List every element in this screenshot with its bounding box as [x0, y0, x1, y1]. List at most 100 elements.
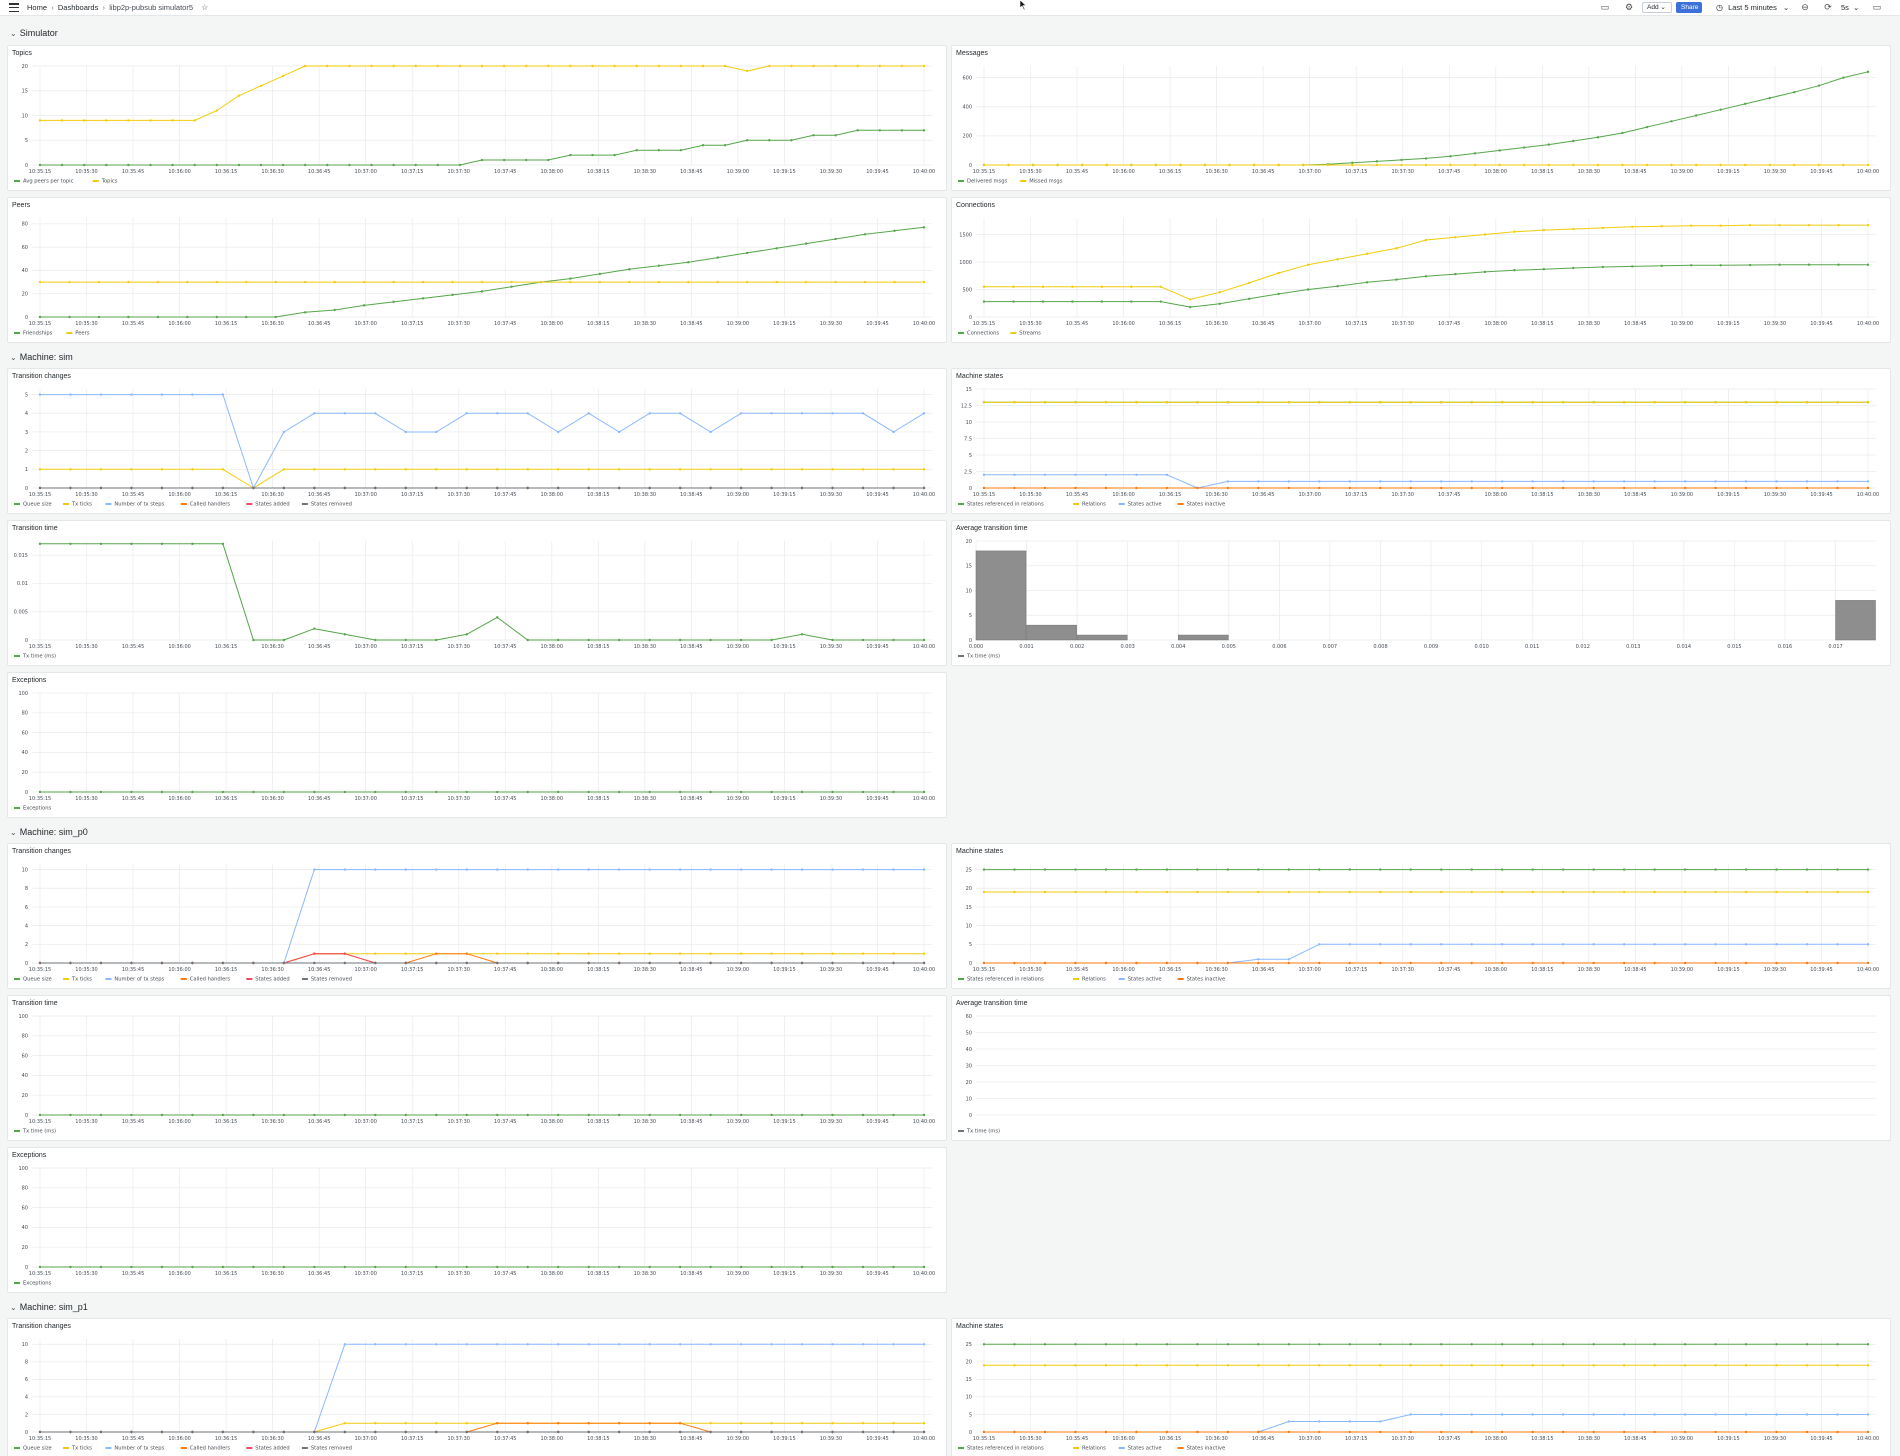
- panel-sim-transition-changes[interactable]: Transition changes 0 1 2 3 4 5 10:35:15 10:35:3…: [7, 368, 947, 514]
- data-point: [1379, 1343, 1382, 1346]
- data-point: [1694, 163, 1698, 167]
- data-point: [678, 1422, 682, 1425]
- panel-topics[interactable]: Topics 0 5 10 15 20 10:35:15 10:35:30 10:35:45 1…: [7, 45, 947, 191]
- x-tick-label: 10:38:15: [1531, 492, 1553, 498]
- panel-sim-exceptions[interactable]: Exceptions 0 20 40 60 80 100 10:35:15 10:35:30 1…: [7, 672, 947, 818]
- section-simulator[interactable]: ⌄ Simulator: [10, 27, 58, 40]
- time-range-picker[interactable]: ◷ Last 5 minutes ⌄: [1716, 2, 1789, 13]
- panel-sim-machine-states[interactable]: Machine states 0 2.5 5 7.5 10 12.5 15 10:35:15 1…: [951, 368, 1891, 514]
- data-point: [1165, 961, 1169, 965]
- section-machine-sim-p0[interactable]: ⌄ Machine: sim_p0: [10, 826, 88, 839]
- x-tick-label: 10:37:45: [1438, 967, 1460, 973]
- legend-label: Tx ticks: [71, 977, 92, 983]
- data-point: [1653, 1364, 1656, 1367]
- legend-label: States removed: [311, 502, 352, 508]
- section-machine-sim[interactable]: ⌄ Machine: sim: [10, 351, 73, 364]
- data-point: [160, 486, 164, 490]
- panel-messages[interactable]: Messages 0 200 400 600 10:35:15 10:35:30 10:35…: [951, 45, 1891, 191]
- zoom-out-icon[interactable]: ⊖: [1799, 2, 1811, 13]
- data-point: [1440, 1364, 1443, 1367]
- panel-sim-transition-time[interactable]: Transition time 0 0.005 0.01 0.015 10:35:15 1…: [7, 520, 947, 666]
- panel-p1-machine-states[interactable]: Machine states 0 5 10 15 20 25 10:35:15 10:35:3…: [951, 1318, 1891, 1456]
- data-point: [1523, 163, 1526, 167]
- data-point: [465, 868, 468, 871]
- data-point: [648, 1265, 651, 1269]
- share-button[interactable]: Share: [1676, 2, 1702, 13]
- x-tick-label: 10:39:45: [866, 644, 888, 650]
- data-point: [1714, 943, 1717, 946]
- data-point: [1454, 236, 1457, 239]
- data-point: [922, 64, 926, 68]
- data-point: [97, 315, 101, 319]
- panel-p0-exceptions[interactable]: Exceptions 0 20 40 60 80 100 10:35:15 10:35:30 1…: [7, 1147, 947, 1293]
- data-point: [587, 1265, 590, 1269]
- data-point: [245, 315, 248, 319]
- panel-p0-machine-states[interactable]: Machine states 0 5 10 15 20 25 10:35:15 10:35:3…: [951, 843, 1891, 989]
- gear-icon[interactable]: ⚙: [1623, 2, 1635, 13]
- data-point: [739, 412, 743, 415]
- legend-label: States added: [255, 1446, 289, 1452]
- y-tick-label: 15: [966, 387, 972, 393]
- data-point: [370, 64, 373, 68]
- section-machine-sim-p1[interactable]: ⌄ Machine: sim_p1: [10, 1301, 88, 1314]
- data-point: [38, 790, 42, 794]
- data-point: [1041, 285, 1045, 288]
- data-point: [221, 468, 225, 471]
- add-button[interactable]: Add ⌄: [1642, 2, 1672, 13]
- data-point: [770, 486, 773, 490]
- data-point: [657, 264, 660, 267]
- data-point: [1379, 961, 1382, 965]
- x-tick-label: 10:38:30: [1578, 492, 1600, 498]
- data-point: [1379, 486, 1382, 490]
- data-point: [1501, 1413, 1504, 1416]
- data-point: [557, 790, 560, 794]
- refresh-interval-picker[interactable]: 5s ⌄: [1841, 2, 1859, 13]
- data-point: [160, 542, 164, 546]
- x-tick-label: 10:36:15: [215, 644, 237, 650]
- data-point: [1470, 480, 1473, 483]
- legend-label: Relations: [1082, 502, 1106, 508]
- y-tick-label: 60: [22, 1205, 28, 1211]
- star-icon[interactable]: ☆: [201, 3, 208, 12]
- data-point: [215, 163, 218, 167]
- menu-icon[interactable]: [8, 1, 20, 13]
- data-point: [1007, 163, 1010, 167]
- data-point: [465, 1343, 468, 1346]
- data-point: [1409, 1364, 1412, 1367]
- data-point: [1395, 247, 1398, 250]
- panel-connections[interactable]: Connections 0 500 1000 1500 10:35:15 10:35:30…: [951, 197, 1891, 343]
- data-point: [1653, 1343, 1656, 1346]
- data-point: [716, 256, 719, 259]
- y-tick-label: 0.005: [14, 610, 28, 616]
- panel-p0-transition-time[interactable]: Transition time 0 20 40 60 80 100 10:35:15 10:3…: [7, 995, 947, 1141]
- data-point: [156, 280, 160, 284]
- x-tick-label: 0.008: [1373, 644, 1387, 650]
- data-point: [1719, 264, 1722, 267]
- x-tick-label: 10:37:15: [401, 796, 423, 802]
- data-point: [598, 280, 602, 284]
- panel-p1-transition-changes[interactable]: Transition changes 0 2 4 6 8 10 10:35:15 10:35:…: [7, 1318, 947, 1456]
- save-icon[interactable]: ▭: [1599, 2, 1611, 13]
- panel-p0-avg-transition-time[interactable]: Average transition time 0 10 20 30 40 50 60 Tx …: [951, 995, 1891, 1141]
- breadcrumb-home[interactable]: Home: [27, 3, 47, 12]
- panel-sim-avg-transition-time[interactable]: Average transition time 0 5 10 15 20 0.000 0.0…: [951, 520, 1891, 666]
- breadcrumb-dashboards[interactable]: Dashboards: [58, 3, 98, 12]
- y-tick-label: 20: [22, 292, 28, 298]
- data-point: [1074, 473, 1077, 476]
- refresh-icon[interactable]: ⟳: [1822, 2, 1834, 13]
- data-point: [374, 961, 377, 965]
- y-tick-label: 400: [962, 105, 972, 111]
- y-tick-label: 20: [22, 64, 28, 70]
- x-tick-label: 10:37:00: [354, 644, 376, 650]
- x-tick-label: 10:39:30: [1764, 321, 1786, 327]
- panel-p0-transition-changes[interactable]: Transition changes 0 2 4 6 8 10 10:35:15 10:35:…: [7, 843, 947, 989]
- panel-peers[interactable]: Peers 0 20 40 60 80 10:35:15 10:35:30 10:35:45 1…: [7, 197, 947, 343]
- data-point: [392, 64, 395, 68]
- data-point: [1379, 868, 1382, 871]
- data-point: [99, 1113, 103, 1117]
- x-tick-label: 10:38:45: [680, 1119, 702, 1125]
- data-point: [1622, 890, 1626, 894]
- legend-swatch: [14, 978, 20, 980]
- tv-mode-icon[interactable]: ▭: [1871, 2, 1883, 13]
- data-point: [635, 148, 638, 152]
